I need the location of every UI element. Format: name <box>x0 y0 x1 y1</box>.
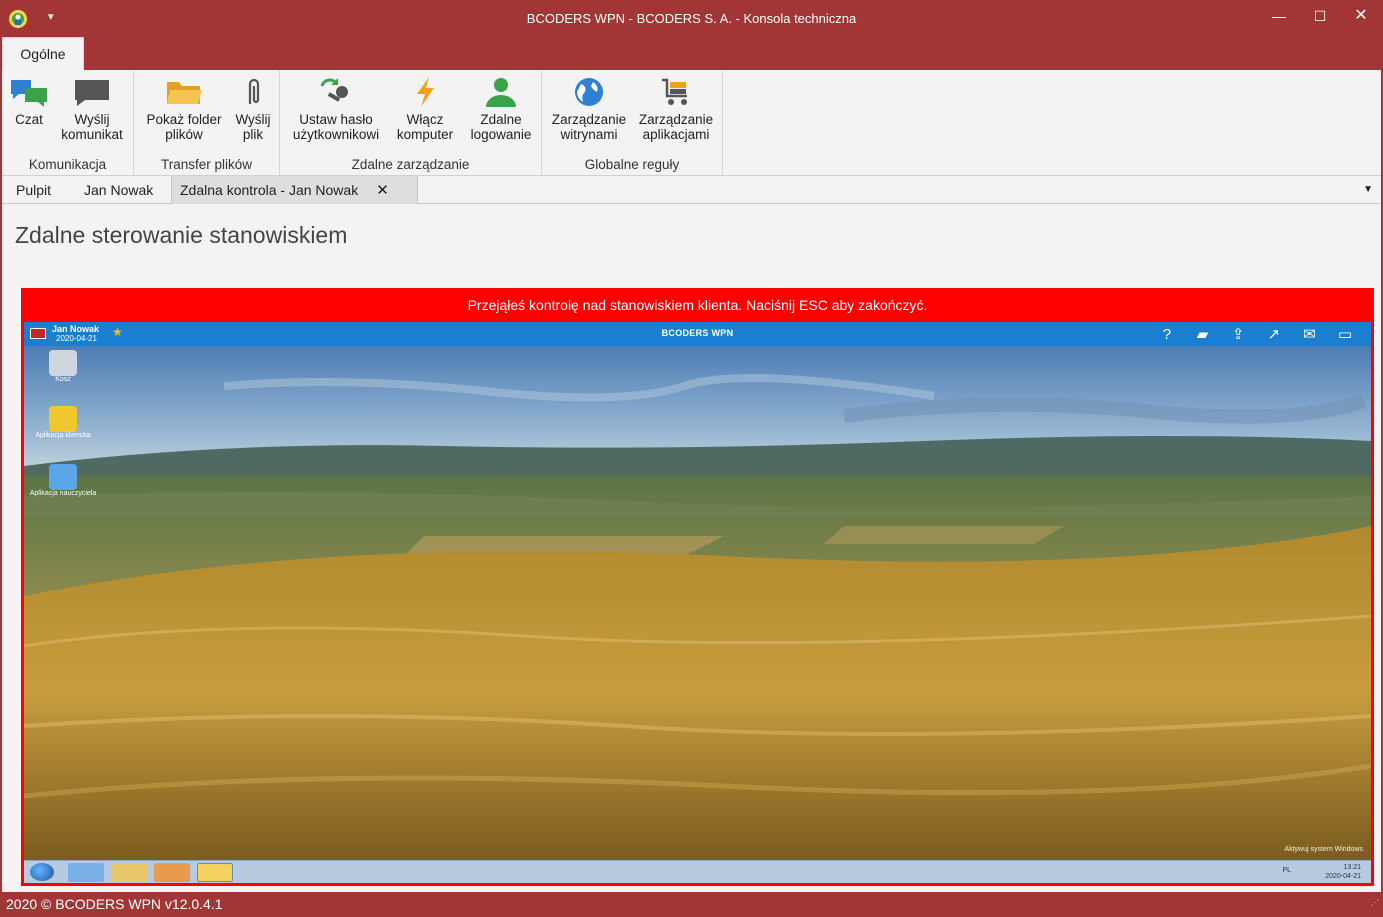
ribbon-group-label: Komunikacja <box>28 157 107 172</box>
tab-remote-control[interactable]: Zdalna kontrola - Jan Nowak ✕ <box>171 176 418 204</box>
desktop-icon-client-app[interactable]: Aplikacja kliencka <box>28 406 98 439</box>
ribbon-group-communication: Czat Wyślij komunikat Komunikacja <box>2 70 134 176</box>
page-title: Zdalne sterowanie stanowiskiem <box>15 222 348 248</box>
globe-icon <box>575 78 603 106</box>
message-icon <box>75 80 109 106</box>
main-content: Zdalne sterowanie stanowiskiem Przejąłeś… <box>2 204 1381 892</box>
folder-icon[interactable]: ▰ <box>1187 325 1219 343</box>
taskbar-explorer-icon[interactable] <box>111 863 147 882</box>
ribbon-tab-strip: Ogólne <box>0 37 1383 70</box>
remote-control-frame: Przejąłeś kontrolę nad stanowiskiem klie… <box>21 288 1374 886</box>
power-on-computer-button[interactable]: Włącz komputer <box>390 74 460 152</box>
tab-desktop[interactable]: Pulpit <box>8 176 59 204</box>
ribbon: Czat Wyślij komunikat Komunikacja Pokaż … <box>2 70 1381 176</box>
tab-close-icon[interactable]: ✕ <box>376 182 389 199</box>
tray-clock[interactable]: 13:21 2020-04-21 <box>1325 863 1361 881</box>
remote-screen[interactable]: Jan Nowak 2020-04-21 ★ BCODERS WPN ? ▰ ⇪… <box>24 322 1371 883</box>
ribbon-group-label: Zdalne zarządzanie <box>351 157 470 172</box>
manage-websites-button[interactable]: Zarządzanie witrynami <box>546 74 632 152</box>
taskbar-ie-icon[interactable] <box>68 863 104 882</box>
paperclip-icon <box>248 78 260 104</box>
tab-jan-nowak[interactable]: Jan Nowak <box>76 176 161 204</box>
recycle-bin-icon <box>49 350 77 376</box>
ribbon-group-remote-management: Ustaw hasło użytkownikowi Włącz komputer… <box>280 70 542 176</box>
send-message-button[interactable]: Wyślij komunikat <box>54 74 130 152</box>
window-title: BCODERS WPN - BCODERS S. A. - Konsola te… <box>526 11 857 26</box>
ribbon-tab-general[interactable]: Ogólne <box>2 37 84 70</box>
desktop-wallpaper <box>24 346 1371 860</box>
user-icon <box>486 78 516 107</box>
ribbon-group-label: Transfer plików <box>160 157 253 172</box>
owl-app-icon <box>49 406 77 432</box>
close-button[interactable]: ✕ <box>1347 5 1375 29</box>
desktop-icon-recycle-bin[interactable]: Kosz <box>28 350 98 383</box>
ribbon-group-file-transfer: Pokaż folder plików Wyślij plik Transfer… <box>134 70 280 176</box>
status-bar: 2020 © BCODERS WPN v12.0.4.1 ⋰ <box>0 892 1383 917</box>
chat-button[interactable]: Czat <box>6 74 52 152</box>
chat-icon <box>11 80 47 107</box>
manage-applications-button[interactable]: Zarządzanie aplikacjami <box>634 74 718 152</box>
cart-icon <box>662 78 687 105</box>
document-tabs: Pulpit Jan Nowak Zdalna kontrola - Jan N… <box>2 176 1381 204</box>
key-refresh-icon <box>320 78 348 102</box>
start-button[interactable] <box>30 863 54 881</box>
chat-icon[interactable]: ▭ <box>1329 325 1361 343</box>
windows-activation-notice: Aktywuj system Windows <box>1284 846 1363 853</box>
send-file-button[interactable]: Wyślij plik <box>230 74 276 152</box>
ribbon-group-global-rules: Zarządzanie witrynami Zarządzanie aplika… <box>542 70 723 176</box>
ribbon-group-label: Globalne reguły <box>584 157 680 172</box>
status-text: 2020 © BCODERS WPN v12.0.4.1 <box>6 896 223 912</box>
mail-icon[interactable]: ✉ <box>1293 325 1325 343</box>
upload-icon[interactable]: ⇪ <box>1222 325 1254 343</box>
remote-toolbar: ? ▰ ⇪ ↗ ✉ ▭ <box>1151 325 1361 343</box>
remote-taskbar: PL 13:21 2020-04-21 <box>24 860 1371 883</box>
help-icon[interactable]: ? <box>1151 326 1183 343</box>
remote-client-bar: Jan Nowak 2020-04-21 ★ BCODERS WPN ? ▰ ⇪… <box>24 322 1371 346</box>
title-bar: ▾ BCODERS WPN - BCODERS S. A. - Konsola … <box>0 0 1383 37</box>
remote-control-banner: Przejąłeś kontrolę nad stanowiskiem klie… <box>467 297 928 313</box>
folder-icon <box>167 82 202 104</box>
show-files-folder-button[interactable]: Pokaż folder plików <box>140 74 228 152</box>
set-user-password-button[interactable]: Ustaw hasło użytkownikowi <box>284 74 388 152</box>
resize-grip-icon[interactable]: ⋰ <box>1371 890 1379 915</box>
desktop-icon-teacher-app[interactable]: Aplikacja nauczyciela <box>28 464 98 497</box>
remote-login-button[interactable]: Zdalne logowanie <box>464 74 538 152</box>
maximize-button[interactable]: ☐ <box>1306 5 1334 29</box>
tab-label: Zdalna kontrola - Jan Nowak <box>180 182 359 198</box>
minimize-button[interactable]: — <box>1265 5 1293 29</box>
tabs-menu-dropdown-icon[interactable]: ▼ <box>1363 184 1373 195</box>
tray-language[interactable]: PL <box>1282 867 1291 874</box>
chart-icon[interactable]: ↗ <box>1258 325 1290 343</box>
teacher-app-icon <box>49 464 77 490</box>
taskbar-media-player-icon[interactable] <box>154 863 190 882</box>
taskbar-wpn-app-icon[interactable] <box>197 863 233 882</box>
lightning-icon <box>417 77 434 107</box>
